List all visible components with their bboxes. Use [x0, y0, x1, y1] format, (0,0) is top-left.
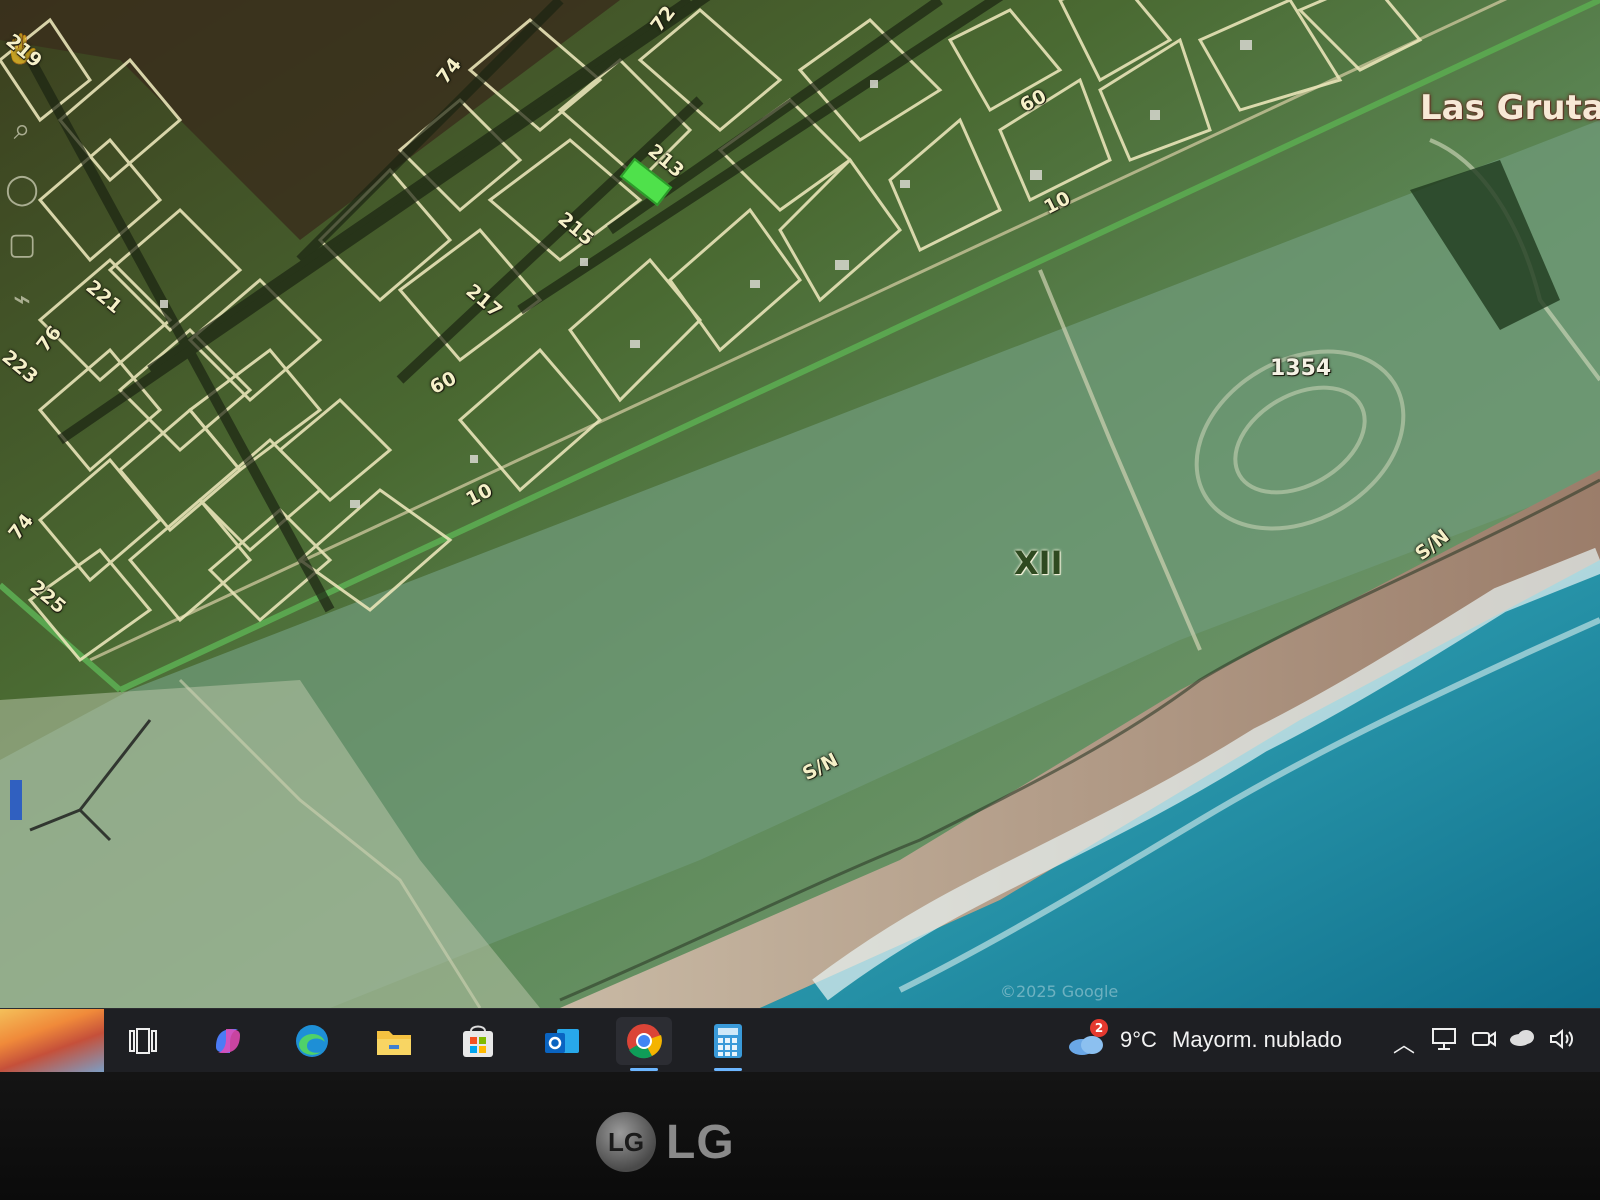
- layers-icon[interactable]: ▢: [2, 225, 42, 265]
- widgets-button[interactable]: [0, 1009, 104, 1073]
- copilot-button[interactable]: [200, 1017, 256, 1065]
- circle-tool-icon[interactable]: ◯: [2, 170, 42, 210]
- microsoft-store-button[interactable]: [450, 1017, 506, 1065]
- weather-condition[interactable]: Mayorm. nublado: [1172, 1027, 1342, 1053]
- lg-logo-mark: LG: [596, 1112, 656, 1172]
- place-name-label: Las Gruta: [1420, 88, 1600, 128]
- store-icon: [463, 1025, 493, 1057]
- zoom-icon[interactable]: ⌕: [2, 110, 42, 150]
- monitor-bezel: [0, 1072, 1600, 1200]
- zone-label: XII: [1014, 544, 1063, 582]
- calculator-button[interactable]: [700, 1017, 756, 1071]
- active-app-indicator: [630, 1068, 658, 1071]
- measure-icon[interactable]: ⌁: [2, 280, 42, 320]
- chrome-button[interactable]: [616, 1017, 672, 1071]
- task-view-icon: [129, 1028, 157, 1054]
- edge-button[interactable]: [284, 1017, 340, 1065]
- satellite-map[interactable]: [0, 0, 1600, 1008]
- map-watermark: ©2025 Google: [1000, 982, 1119, 1001]
- copilot-icon: [216, 1029, 240, 1053]
- outlook-button[interactable]: [534, 1017, 590, 1065]
- weather-temperature[interactable]: 9°C: [1120, 1027, 1157, 1053]
- edge-icon: [296, 1025, 328, 1057]
- parcel-number-label: 1354: [1270, 356, 1332, 381]
- volume-icon[interactable]: [1546, 1027, 1578, 1057]
- chrome-icon: [627, 1024, 662, 1059]
- meet-now-icon[interactable]: [1468, 1027, 1500, 1057]
- task-view-button[interactable]: [115, 1017, 171, 1065]
- lg-brand-text: LG: [666, 1115, 735, 1169]
- active-app-indicator: [714, 1068, 742, 1071]
- outlook-icon: [545, 1029, 579, 1053]
- taskbar: 2 9°C Mayorm. nublado ︿: [0, 1008, 1600, 1073]
- onedrive-icon[interactable]: [1506, 1027, 1538, 1053]
- file-explorer-button[interactable]: [366, 1017, 422, 1065]
- calculator-icon: [714, 1024, 742, 1058]
- lg-logo: LG LG: [596, 1112, 735, 1172]
- weather-badge: 2: [1090, 1019, 1108, 1037]
- chevron-up-icon[interactable]: ︿: [1388, 1027, 1420, 1059]
- network-icon[interactable]: [1428, 1027, 1460, 1057]
- screen: ✋ ⌕ ◯ ▢ ⌁ Las Gruta XII 1354 72 74 60 21…: [0, 0, 1600, 1008]
- folder-icon: [377, 1031, 411, 1055]
